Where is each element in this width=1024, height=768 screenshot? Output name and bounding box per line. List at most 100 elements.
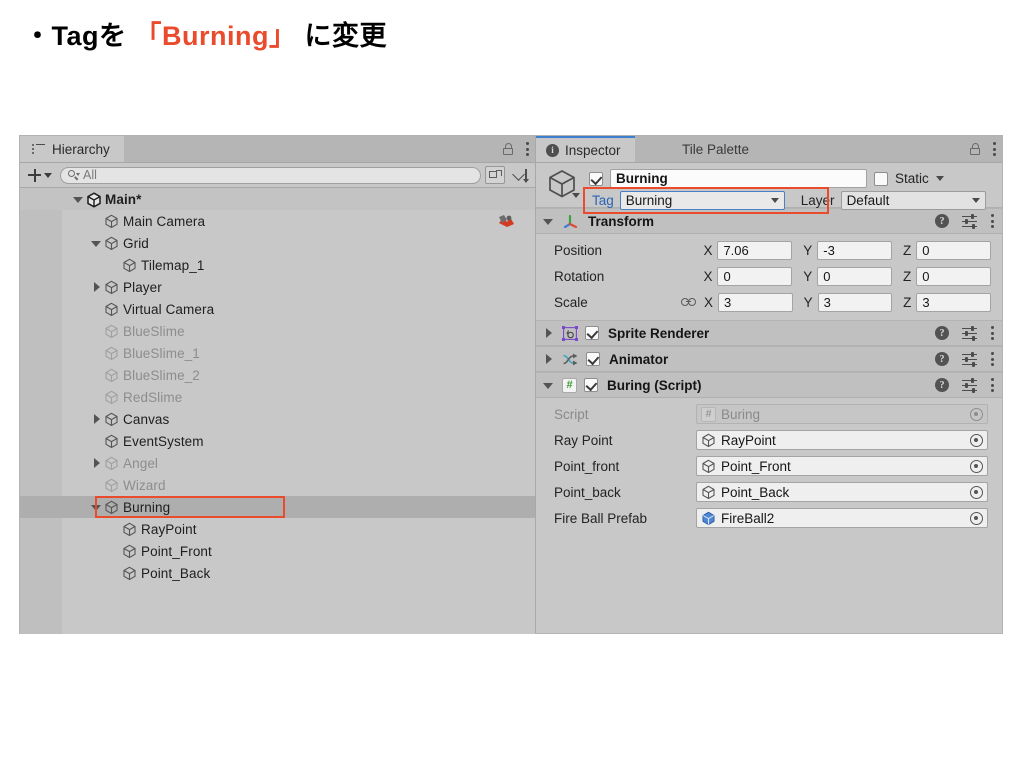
hierarchy-item-burning[interactable]: Burning (20, 496, 535, 518)
object-reference-field[interactable]: FireBall2 (696, 508, 988, 528)
help-icon[interactable]: ? (935, 352, 949, 366)
tab-inspector[interactable]: i Inspector (536, 136, 635, 162)
layer-dropdown[interactable]: Default (840, 191, 986, 210)
hierarchy-item-angel[interactable]: Angel (20, 452, 535, 474)
component-kebab-menu-icon[interactable] (990, 352, 994, 366)
hierarchy-item-virtual-camera[interactable]: Virtual Camera (20, 298, 535, 320)
scale-link-icon[interactable] (681, 297, 696, 308)
help-icon[interactable]: ? (935, 378, 949, 392)
sort-alphabetically-icon[interactable] (511, 167, 531, 184)
open-in-window-icon[interactable] (485, 166, 505, 184)
chevron-right-icon[interactable] (542, 327, 555, 340)
hierarchy-item-eventsystem[interactable]: EventSystem (20, 430, 535, 452)
hierarchy-item-main[interactable]: Main* (20, 188, 535, 210)
component-kebab-menu-icon[interactable] (990, 326, 994, 340)
object-reference-field[interactable]: Point_Front (696, 456, 988, 476)
gameobject-cube-icon (122, 566, 137, 581)
hierarchy-item-point-front[interactable]: Point_Front (20, 540, 535, 562)
hierarchy-item-tilemap-1[interactable]: Tilemap_1 (20, 254, 535, 276)
chevron-down-icon[interactable] (72, 193, 85, 206)
chevron-down-icon[interactable] (90, 501, 103, 514)
transform-scale-z-field[interactable]: 3 (916, 292, 991, 312)
chevron-right-icon[interactable] (90, 281, 103, 294)
hierarchy-kebab-menu-icon[interactable] (525, 142, 529, 156)
chevron-down-icon[interactable] (90, 237, 103, 250)
script-field-row: Script # Buring (536, 401, 1002, 427)
help-icon[interactable]: ? (935, 326, 949, 340)
component-title: Animator (609, 351, 669, 367)
static-label: Static (895, 171, 929, 186)
preset-settings-icon[interactable] (962, 325, 977, 341)
component-kebab-menu-icon[interactable] (990, 378, 994, 392)
transform-scale-x-field[interactable]: 3 (718, 292, 793, 312)
hierarchy-item-main-camera[interactable]: Main Camera (20, 210, 535, 232)
add-gameobject-button[interactable] (24, 168, 56, 182)
object-enabled-checkbox[interactable] (589, 171, 603, 186)
component-header-animator[interactable]: Animator? (536, 346, 1002, 372)
hierarchy-item-wizard[interactable]: Wizard (20, 474, 535, 496)
hierarchy-item-raypoint[interactable]: RayPoint (20, 518, 535, 540)
hierarchy-tree[interactable]: Main* Main Camera Grid Tilemap_1 Player Virtu… (20, 188, 535, 634)
chevron-right-icon[interactable] (90, 413, 103, 426)
static-checkbox[interactable] (874, 171, 888, 186)
chevron-down-icon[interactable] (542, 379, 555, 392)
component-enabled-checkbox[interactable] (584, 378, 598, 392)
lock-icon[interactable] (970, 143, 980, 155)
transform-position-x-field[interactable]: 7.06 (717, 240, 793, 260)
hierarchy-item-blueslime-2[interactable]: BlueSlime_2 (20, 364, 535, 386)
object-picker-icon[interactable] (970, 485, 983, 499)
gameobject-cube-icon (104, 280, 119, 295)
transform-component-header[interactable]: Transform ? (536, 208, 1002, 234)
transform-scale-y-field[interactable]: 3 (817, 292, 893, 312)
object-reference-field[interactable]: RayPoint (696, 430, 988, 450)
tab-tile-palette[interactable]: Tile Palette (672, 136, 763, 162)
preset-settings-icon[interactable] (962, 351, 977, 367)
preset-settings-icon[interactable] (962, 377, 977, 393)
transform-kebab-menu-icon[interactable] (990, 214, 994, 228)
transform-rotation-y-field[interactable]: 0 (817, 266, 892, 286)
hierarchy-item-grid[interactable]: Grid (20, 232, 535, 254)
hierarchy-item-blueslime-1[interactable]: BlueSlime_1 (20, 342, 535, 364)
object-picker-icon[interactable] (970, 433, 983, 447)
object-picker-icon[interactable] (970, 459, 983, 473)
twisty-placeholder (108, 567, 121, 580)
hierarchy-item-blueslime[interactable]: BlueSlime (20, 320, 535, 342)
tab-hierarchy[interactable]: Hierarchy (20, 136, 124, 162)
transform-rotation-z-field[interactable]: 0 (916, 266, 992, 286)
preset-settings-icon[interactable] (962, 213, 977, 229)
hierarchy-tabbar: Hierarchy (20, 136, 535, 163)
tag-dropdown[interactable]: Burning (619, 191, 785, 210)
object-name-field[interactable]: Burning (610, 169, 867, 188)
transform-position-y-field[interactable]: -3 (817, 240, 892, 260)
lock-icon[interactable] (503, 143, 513, 155)
hierarchy-item-label: BlueSlime_1 (123, 345, 200, 361)
chevron-right-icon[interactable] (542, 353, 555, 366)
transform-expand-twisty[interactable] (542, 215, 555, 228)
component-header-sprite-renderer[interactable]: Sprite Renderer? (536, 320, 1002, 346)
gameobject-cube-icon (122, 522, 137, 537)
gameobject-cube-icon (104, 214, 119, 229)
hierarchy-item-point-back[interactable]: Point_Back (20, 562, 535, 584)
component-enabled-checkbox[interactable] (585, 326, 599, 340)
transform-row-label: Position (554, 242, 603, 258)
transform-icon (562, 212, 579, 231)
script-field-label: Fire Ball Prefab (554, 510, 648, 526)
transform-title: Transform (588, 213, 655, 229)
hierarchy-search-input[interactable]: All (60, 166, 481, 184)
chevron-down-icon[interactable] (572, 193, 580, 198)
chevron-right-icon[interactable] (90, 457, 103, 470)
inspector-kebab-menu-icon[interactable] (992, 142, 996, 156)
twisty-placeholder (90, 215, 103, 228)
help-icon[interactable]: ? (935, 214, 949, 228)
transform-rotation-x-field[interactable]: 0 (717, 266, 793, 286)
object-reference-field[interactable]: Point_Back (696, 482, 988, 502)
hierarchy-item-player[interactable]: Player (20, 276, 535, 298)
axis-label-x: X (704, 294, 714, 310)
object-picker-icon[interactable] (970, 511, 983, 525)
hierarchy-item-canvas[interactable]: Canvas (20, 408, 535, 430)
hierarchy-item-redslime[interactable]: RedSlime (20, 386, 535, 408)
static-dropdown-chevron-icon[interactable] (935, 176, 944, 181)
component-header-buring-script[interactable]: # Buring (Script)? (536, 372, 1002, 398)
transform-position-z-field[interactable]: 0 (916, 240, 992, 260)
component-enabled-checkbox[interactable] (586, 352, 600, 366)
